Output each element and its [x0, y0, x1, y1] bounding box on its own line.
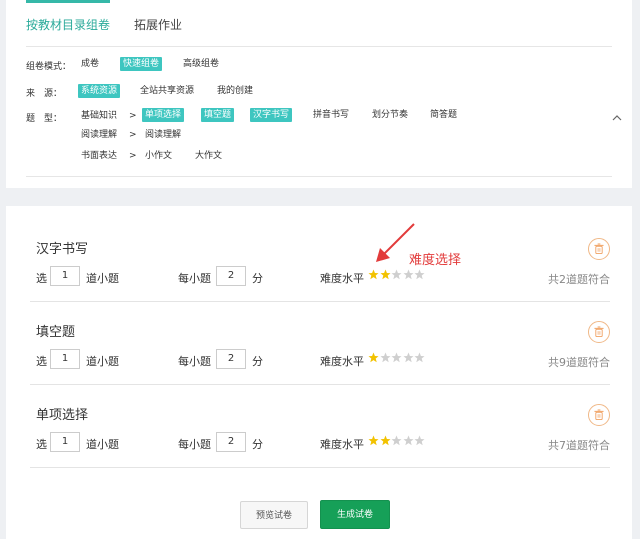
question-block: 单项选择 选 1 道小题 每小题 2 分 难度水平 共7道题符合 — [30, 404, 610, 484]
difficulty-label: 难度水平 — [320, 272, 364, 285]
count-suffix: 道小题 — [86, 355, 119, 368]
match-count: 共2道题符合 — [548, 273, 610, 286]
chevron-up-icon[interactable] — [611, 112, 623, 124]
source-option-shared[interactable]: 全站共享资源 — [137, 84, 197, 98]
filter-panel: 按教材目录组卷 拓展作业 组卷模式： 成卷 快速组卷 高级组卷 来 源： 系统资… — [6, 0, 632, 188]
question-block: 填空题 选 1 道小题 每小题 2 分 难度水平 共9道题符合 — [30, 321, 610, 401]
trash-icon[interactable] — [588, 321, 610, 343]
score-input[interactable]: 2 — [216, 432, 246, 452]
mode-option-complete[interactable]: 成卷 — [78, 57, 102, 71]
score-suffix: 分 — [252, 355, 263, 368]
type-option-single-choice[interactable]: 单项选择 — [142, 108, 185, 122]
score-input[interactable]: 2 — [216, 266, 246, 286]
select-prefix: 选 — [36, 272, 47, 285]
star-icon[interactable] — [403, 269, 414, 280]
select-prefix: 选 — [36, 355, 47, 368]
type-option-hanzi-writing[interactable]: 汉字书写 — [250, 108, 293, 122]
type-option-reading[interactable]: 阅读理解 — [142, 128, 184, 142]
star-icon[interactable] — [391, 269, 402, 280]
select-prefix: 选 — [36, 438, 47, 451]
type-group-separator: > — [129, 130, 137, 140]
each-prefix: 每小题 — [178, 272, 211, 285]
star-icon[interactable] — [368, 269, 379, 280]
star-icon[interactable] — [391, 352, 402, 363]
question-title: 单项选择 — [36, 408, 89, 423]
mode-option-advanced[interactable]: 高级组卷 — [180, 57, 222, 71]
question-title: 汉字书写 — [36, 242, 89, 257]
generate-paper-button[interactable]: 生成试卷 — [320, 500, 390, 529]
star-icon[interactable] — [414, 269, 425, 280]
question-divider — [30, 467, 610, 468]
source-option-system[interactable]: 系统资源 — [78, 84, 121, 98]
difficulty-label: 难度水平 — [320, 438, 364, 451]
type-group-separator: > — [129, 111, 137, 121]
type-group-basic[interactable]: 基础知识 — [78, 109, 120, 123]
star-icon[interactable] — [368, 352, 379, 363]
count-input[interactable]: 1 — [50, 349, 80, 369]
difficulty-label: 难度水平 — [320, 355, 364, 368]
match-count: 共7道题符合 — [548, 439, 610, 452]
source-label: 来 源： — [26, 89, 63, 99]
each-prefix: 每小题 — [178, 355, 211, 368]
type-option-short-answer[interactable]: 简答题 — [427, 108, 460, 122]
count-input[interactable]: 1 — [50, 266, 80, 286]
count-suffix: 道小题 — [86, 272, 119, 285]
score-input[interactable]: 2 — [216, 349, 246, 369]
each-prefix: 每小题 — [178, 438, 211, 451]
question-block: 汉字书写 选 1 道小题 每小题 2 分 难度水平 共2道题符合 — [30, 238, 610, 318]
type-group-separator: > — [129, 151, 137, 161]
tab-textbook-catalog[interactable]: 按教材目录组卷 — [26, 0, 111, 44]
trash-icon[interactable] — [588, 238, 610, 260]
star-icon[interactable] — [414, 352, 425, 363]
star-icon[interactable] — [391, 435, 402, 446]
star-icon[interactable] — [414, 435, 425, 446]
filter-divider — [26, 176, 612, 177]
trash-icon[interactable] — [588, 404, 610, 426]
annotation-label: 难度选择 — [409, 253, 462, 268]
star-icon[interactable] — [380, 435, 391, 446]
tab-extended-homework[interactable]: 拓展作业 — [134, 0, 182, 44]
type-group-reading[interactable]: 阅读理解 — [78, 128, 120, 142]
mode-label: 组卷模式： — [26, 62, 72, 72]
question-settings: 选 1 道小题 每小题 2 分 难度水平 — [36, 266, 606, 288]
type-option-fill-blank[interactable]: 填空题 — [201, 108, 235, 122]
tab-divider — [26, 46, 612, 47]
type-option-rhythm[interactable]: 划分节奏 — [369, 108, 411, 122]
star-icon[interactable] — [403, 435, 414, 446]
type-option-long-essay[interactable]: 大作文 — [192, 149, 225, 163]
type-option-pinyin-writing[interactable]: 拼音书写 — [310, 108, 352, 122]
type-group-writing[interactable]: 书面表达 — [78, 149, 120, 163]
score-suffix: 分 — [252, 272, 263, 285]
question-title: 填空题 — [36, 325, 76, 340]
question-settings: 选 1 道小题 每小题 2 分 难度水平 — [36, 349, 606, 371]
question-divider — [30, 384, 610, 385]
star-icon[interactable] — [380, 269, 391, 280]
star-icon[interactable] — [403, 352, 414, 363]
question-divider — [30, 301, 610, 302]
question-settings: 选 1 道小题 每小题 2 分 难度水平 — [36, 432, 606, 454]
type-label: 题 型： — [26, 114, 63, 124]
count-suffix: 道小题 — [86, 438, 119, 451]
type-option-short-essay[interactable]: 小作文 — [142, 149, 175, 163]
score-suffix: 分 — [252, 438, 263, 451]
count-input[interactable]: 1 — [50, 432, 80, 452]
match-count: 共9道题符合 — [548, 356, 610, 369]
mode-option-quick[interactable]: 快速组卷 — [120, 57, 163, 71]
source-option-mine[interactable]: 我的创建 — [214, 84, 256, 98]
question-panel: 汉字书写 选 1 道小题 每小题 2 分 难度水平 共2道题符合 填空题 选 1… — [6, 206, 632, 539]
star-icon[interactable] — [368, 435, 379, 446]
preview-paper-button[interactable]: 预览试卷 — [240, 501, 308, 529]
star-icon[interactable] — [380, 352, 391, 363]
